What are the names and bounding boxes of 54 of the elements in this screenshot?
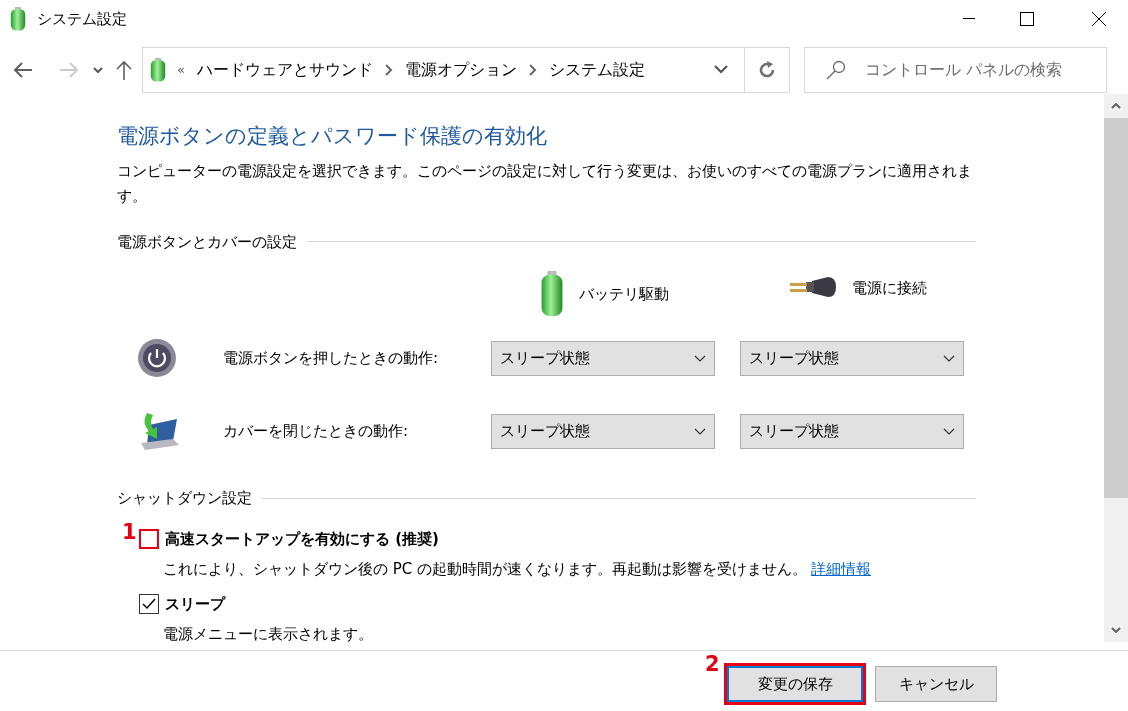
dropdown[interactable]: スリープ状態 bbox=[740, 340, 964, 376]
close-icon bbox=[1092, 12, 1106, 26]
section-heading: 電源ボタンとカバーの設定 bbox=[117, 231, 297, 253]
app-icon bbox=[9, 7, 27, 31]
breadcrumb-item[interactable]: 電源オプション bbox=[404, 57, 517, 82]
chevron-down-icon bbox=[1111, 627, 1121, 633]
save-button[interactable]: 変更の保存 bbox=[727, 666, 863, 702]
page-description: コンピューターの電源設定を選択できます。このページの設定に対して行う変更は、お使いのすべての電源プランに適用されます。 bbox=[117, 161, 973, 207]
scrollbar-thumb[interactable] bbox=[1104, 118, 1128, 498]
option-description: 電源メニューに表示されます。 bbox=[163, 624, 373, 646]
checkbox[interactable] bbox=[139, 593, 159, 614]
refresh-icon bbox=[758, 60, 776, 79]
dropdown[interactable]: スリープ状態 bbox=[491, 340, 715, 376]
checkmark-icon bbox=[142, 597, 156, 610]
chevron-down-icon bbox=[943, 354, 955, 362]
cancel-button[interactable]: キャンセル bbox=[875, 666, 997, 702]
checkbox[interactable] bbox=[139, 528, 159, 549]
overflow-chevrons[interactable]: « bbox=[177, 59, 185, 80]
breadcrumb-chevron-icon bbox=[528, 63, 537, 76]
chevron-up-icon bbox=[1111, 103, 1121, 109]
up-button[interactable] bbox=[114, 59, 134, 80]
power-button-icon bbox=[137, 338, 177, 379]
setting-label: 電源ボタンを押したときの動作: bbox=[223, 347, 440, 369]
search-icon bbox=[826, 59, 846, 80]
callout-number: 2 bbox=[705, 654, 720, 675]
column-heading: バッテリ駆動 bbox=[579, 283, 669, 305]
breadcrumb-item[interactable]: システム設定 bbox=[548, 57, 645, 82]
chevron-down-icon bbox=[714, 65, 728, 74]
setting-label: カバーを閉じたときの動作: bbox=[223, 420, 410, 442]
breadcrumb-item[interactable]: ハードウェアとサウンド bbox=[196, 57, 373, 82]
section-heading: シャットダウン設定 bbox=[117, 488, 252, 510]
option-description: これにより、シャットダウン後の PC の起動時間が速くなります。再起動は影響を受けません。 bbox=[163, 559, 808, 581]
dropdown[interactable]: スリープ状態 bbox=[491, 413, 715, 449]
checkbox-label[interactable]: スリープ bbox=[165, 592, 225, 616]
search-field[interactable]: コントロール パネルの検索 bbox=[804, 46, 1107, 93]
address-bar[interactable]: « ハードウェアとサウンド 電源オプション システム設定 bbox=[142, 46, 790, 93]
chevron-down-icon bbox=[943, 427, 955, 435]
dropdown[interactable]: スリープ状態 bbox=[740, 413, 964, 449]
battery-icon bbox=[539, 271, 565, 318]
chevron-down-icon bbox=[694, 354, 706, 362]
maximize-icon bbox=[1020, 12, 1034, 26]
callout-number: 1 bbox=[122, 521, 137, 543]
scrollbar[interactable] bbox=[1104, 94, 1128, 642]
column-heading: 電源に接続 bbox=[852, 277, 927, 299]
chevron-down-icon bbox=[93, 66, 103, 73]
minimize-icon bbox=[963, 18, 975, 20]
window-title: システム設定 bbox=[37, 8, 127, 30]
checkbox-label[interactable]: 高速スタートアップを有効にする (推奨) bbox=[165, 527, 439, 551]
chevron-down-icon bbox=[694, 427, 706, 435]
breadcrumb-chevron-icon bbox=[384, 63, 393, 76]
page-heading: 電源ボタンの定義とパスワード保護の有効化 bbox=[117, 124, 548, 150]
more-info-link[interactable]: 詳細情報 bbox=[811, 558, 872, 581]
folder-icon bbox=[149, 57, 167, 82]
up-arrow-icon bbox=[116, 59, 132, 80]
